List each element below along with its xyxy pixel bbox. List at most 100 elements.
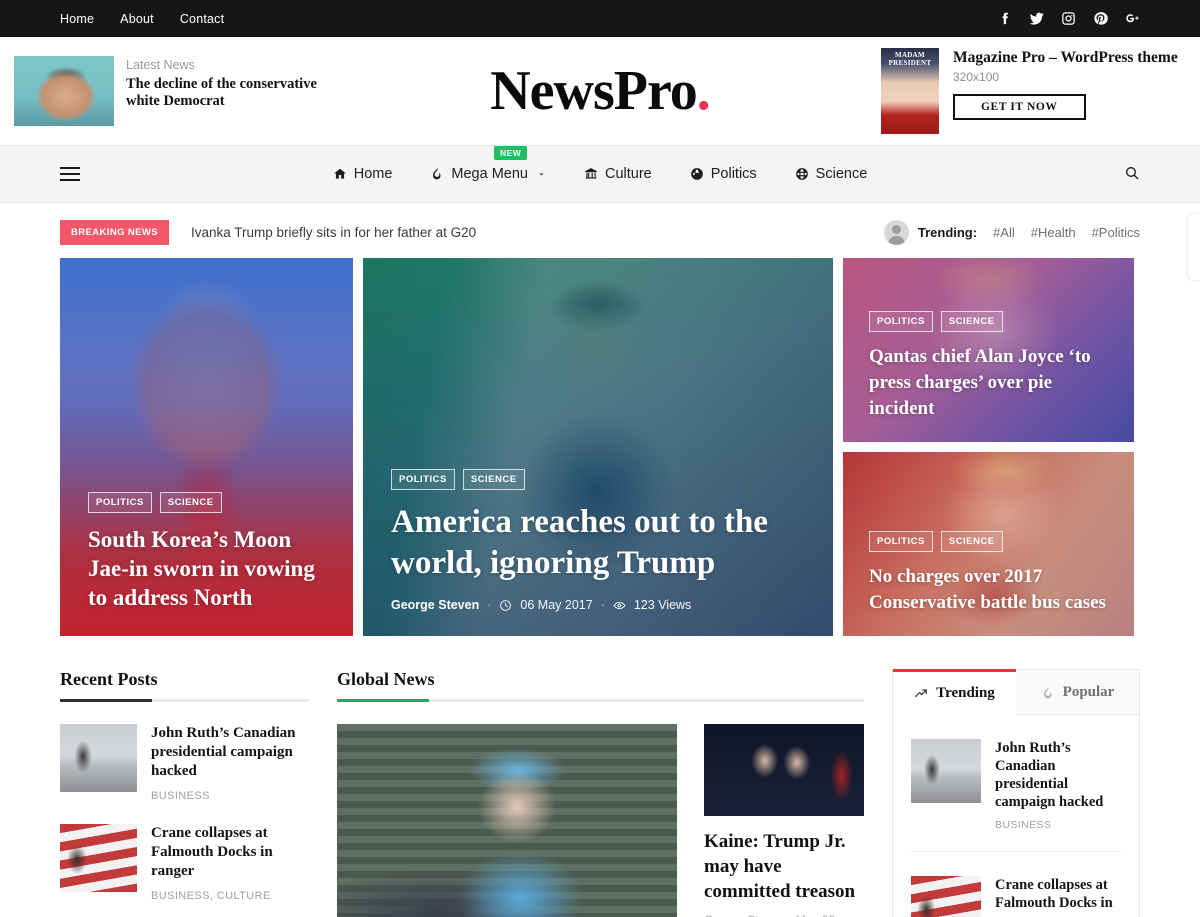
nav-item-science[interactable]: Science [795,166,868,182]
featured-card-south-korea[interactable]: POLITICS SCIENCE South Korea’s Moon Jae-… [60,258,353,636]
logo-link[interactable]: NewsPro. [490,60,711,122]
site-logo: NewsPro. [450,63,750,119]
post-title[interactable]: John Ruth’s Canadian presidential campai… [151,724,309,781]
tag-politics[interactable]: POLITICS [869,311,933,332]
nav-label-mega-menu: Mega Menu [451,166,528,182]
featured-title[interactable]: America reaches out to the world, ignori… [391,502,805,584]
section-rule [337,699,864,702]
featured-card-battle-bus[interactable]: POLITICS SCIENCE No charges over 2017 Co… [843,452,1134,636]
featured-title[interactable]: South Korea’s Moon Jae-in sworn in vowin… [88,525,325,612]
featured-card-qantas[interactable]: POLITICS SCIENCE Qantas chief Alan Joyce… [843,258,1134,442]
article-title[interactable]: Kaine: Trump Jr. may have committed trea… [704,829,864,904]
category-tags: POLITICS SCIENCE [869,311,1108,332]
featured-meta: George Steven · 06 May 2017 · 123 Views [391,598,805,612]
tab-label-trending: Trending [936,685,995,701]
trending-tag-all[interactable]: #All [993,225,1015,240]
list-item[interactable]: Crane collapses at Falmouth Docks in ran… [911,852,1121,917]
search-icon[interactable] [1124,165,1140,184]
tag-science[interactable]: SCIENCE [940,531,1003,552]
nav-item-home[interactable]: Home [333,166,393,182]
breaking-news-badge: BREAKING NEWS [60,220,170,245]
trending-tag-politics[interactable]: #Politics [1092,225,1140,240]
top-bar-nav: Home About Contact [60,12,224,26]
tab-label-popular: Popular [1062,684,1115,700]
featured-grid: POLITICS SCIENCE South Korea’s Moon Jae-… [0,258,1200,636]
global-news-column: Global News Kaine: Trump Jr. may have co… [337,669,864,917]
meta-views: 123 Views [633,598,692,612]
latest-news-block[interactable]: Latest News The decline of the conservat… [14,56,334,126]
global-news-heading: Global News [337,669,435,689]
ad-thumbnail-caption: MADAM PRESIDENT [888,51,932,67]
nav-label-home: Home [353,166,393,182]
topnav-about[interactable]: About [120,12,154,26]
panel-tabs: Trending Popular [893,669,1139,715]
article-image [704,724,864,816]
globe-icon [690,168,703,180]
list-item[interactable]: Crane collapses at Falmouth Docks in ran… [60,824,309,902]
tag-science[interactable]: SCIENCE [159,492,222,513]
nav-item-politics[interactable]: Politics [690,166,757,182]
instagram-icon[interactable] [1061,11,1076,26]
nav-item-mega-menu[interactable]: Mega Menu NEW [430,146,546,182]
breaking-news-bar: BREAKING NEWS Ivanka Trump briefly sits … [0,203,1200,258]
tag-politics[interactable]: POLITICS [869,531,933,552]
facebook-icon[interactable] [997,11,1012,26]
post-title[interactable]: Crane collapses at Falmouth Docks in ran… [995,876,1121,917]
avatar [883,220,909,245]
post-thumbnail [60,724,137,792]
content-columns: Recent Posts John Ruth’s Canadian presid… [0,636,1200,917]
latest-news-label: Latest News [126,58,195,72]
topnav-home[interactable]: Home [60,12,94,26]
tag-science[interactable]: SCIENCE [462,469,525,490]
global-news-main-article[interactable] [337,724,677,917]
nav-label-science: Science [815,166,868,182]
article-image [337,724,677,917]
clock-icon [500,599,512,611]
tag-politics[interactable]: POLITICS [391,469,455,490]
breaking-news-headline[interactable]: Ivanka Trump briefly sits in for her fat… [191,225,476,240]
chevron-down-icon [539,172,544,176]
tag-science[interactable]: SCIENCE [940,311,1003,332]
logo-text: NewsPro [490,60,698,122]
twitter-icon[interactable] [1029,11,1044,26]
featured-title[interactable]: No charges over 2017 Conservative battle… [869,564,1108,616]
global-news-side-article[interactable]: Kaine: Trump Jr. may have committed trea… [704,724,864,917]
meta-separator: · [487,598,492,612]
logo-dot: . [696,60,711,122]
latest-news-thumbnail [14,56,114,126]
post-title[interactable]: John Ruth’s Canadian presidential campai… [995,739,1121,811]
trending-tags: Trending: #All #Health #Politics [883,220,1140,245]
list-item[interactable]: John Ruth’s Canadian presidential campai… [911,715,1121,852]
googleplus-icon[interactable] [1125,11,1140,26]
pinterest-icon[interactable] [1093,11,1108,26]
main-navbar: Home Mega Menu NEW Culture Politics Scie… [0,145,1200,203]
topnav-contact[interactable]: Contact [180,12,224,26]
nav-label-politics: Politics [710,166,757,182]
tag-politics[interactable]: POLITICS [88,492,152,513]
trending-popular-panel: Trending Popular John Ruth’s Canadian pr… [892,669,1140,917]
featured-card-america[interactable]: POLITICS SCIENCE America reaches out to … [363,258,833,636]
edge-slide-tab[interactable] [1187,213,1200,281]
fire-icon [1043,686,1052,698]
tab-popular[interactable]: Popular [1016,670,1139,715]
latest-news-title[interactable]: The decline of the conservative white De… [126,76,334,110]
hamburger-menu-icon[interactable] [60,163,80,185]
tab-trending[interactable]: Trending [893,669,1016,715]
post-thumbnail [911,876,981,917]
list-item[interactable]: John Ruth’s Canadian presidential campai… [60,724,309,802]
nav-new-badge: NEW [493,146,528,160]
sidebar-column: Trending Popular John Ruth’s Canadian pr… [892,669,1140,917]
recent-posts-column: Recent Posts John Ruth’s Canadian presid… [60,669,309,917]
post-category: BUSINESS [995,819,1052,831]
nav-item-culture[interactable]: Culture [584,166,652,182]
featured-title[interactable]: Qantas chief Alan Joyce ‘to press charge… [869,344,1108,422]
ad-cta-button[interactable]: GET IT NOW [953,94,1086,120]
post-category: BUSINESS, CULTURE [151,890,271,902]
trend-up-icon [915,688,928,697]
trending-tag-health[interactable]: #Health [1031,225,1076,240]
ad-thumbnail: MADAM PRESIDENT [881,48,939,134]
meta-author: George Steven [391,598,480,612]
post-title[interactable]: Crane collapses at Falmouth Docks in ran… [151,824,309,881]
header-ad[interactable]: MADAM PRESIDENT Magazine Pro – WordPress… [881,48,1186,134]
fire-icon [433,168,441,180]
